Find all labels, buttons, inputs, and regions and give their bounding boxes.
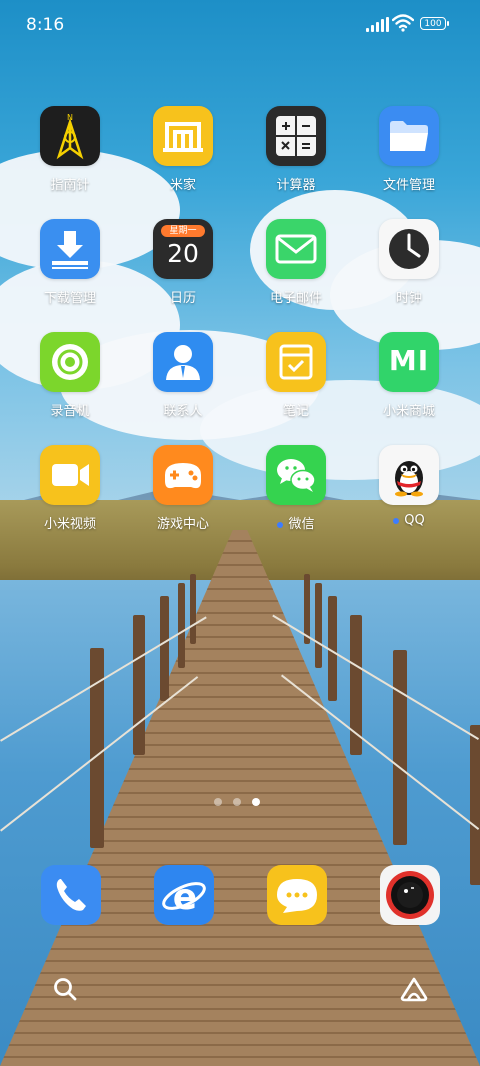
app-label: 联系人: [163, 404, 203, 419]
app-label: QQ: [353, 513, 465, 528]
download-icon: [40, 219, 100, 279]
app-compass[interactable]: N 指南针: [14, 106, 126, 193]
phone-icon: [56, 879, 86, 911]
app-label: 指南针: [50, 178, 90, 193]
app-mi-video[interactable]: 小米视频: [14, 445, 126, 532]
app-label: 录音机: [50, 404, 90, 419]
qq-icon: [379, 445, 439, 505]
notification-dot: [277, 521, 284, 528]
wallpaper-post: [178, 583, 185, 668]
wifi-icon: [392, 14, 414, 32]
notification-dot: [393, 517, 400, 524]
app-label: 电子邮件: [269, 291, 322, 306]
search-icon[interactable]: [52, 976, 78, 1002]
wallpaper-post: [160, 596, 169, 701]
dock-phone[interactable]: [41, 865, 101, 925]
app-label: 文件管理: [382, 178, 435, 193]
page-indicator: [214, 798, 260, 806]
app-label: 游戏中心: [156, 517, 209, 532]
app-label: 米家: [169, 178, 196, 193]
app-wechat[interactable]: 微信: [240, 445, 352, 532]
app-label: 微信: [240, 513, 352, 532]
recorder-icon: [40, 332, 100, 392]
app-label: 小米视频: [43, 517, 96, 532]
contacts-icon: [153, 332, 213, 392]
app-label: 笔记: [282, 404, 309, 419]
video-icon: [40, 445, 100, 505]
app-mi-store[interactable]: MI 小米商城: [353, 332, 465, 419]
battery-level: 100: [424, 19, 442, 29]
messages-icon: [277, 879, 317, 913]
app-download-manager[interactable]: 下载管理: [14, 219, 126, 306]
wallpaper-post: [470, 725, 480, 885]
battery-icon: 100: [420, 17, 449, 30]
app-calculator[interactable]: 计算器: [240, 106, 352, 193]
app-clock[interactable]: 时钟: [353, 219, 465, 306]
wallpaper-post: [190, 574, 196, 644]
notes-icon: [266, 332, 326, 392]
calendar-icon: 星期一 20: [153, 219, 213, 279]
wallpaper-post: [393, 650, 407, 845]
compass-icon: N: [40, 106, 100, 166]
page-dot[interactable]: [214, 798, 222, 806]
app-mi-home[interactable]: 米家: [127, 106, 239, 193]
mi-store-icon: MI: [379, 332, 439, 392]
app-notes[interactable]: 笔记: [240, 332, 352, 419]
status-bar: 8:16 100: [0, 0, 480, 50]
app-label: 日历: [169, 291, 196, 306]
app-label-text: QQ: [404, 513, 425, 528]
app-label: 时钟: [395, 291, 422, 306]
clock-icon: [379, 219, 439, 279]
game-center-icon: [153, 445, 213, 505]
signal-icon: [366, 17, 389, 32]
app-file-manager[interactable]: 文件管理: [353, 106, 465, 193]
app-label-text: 微信: [288, 517, 315, 532]
page-dot-current[interactable]: [252, 798, 260, 806]
browser-icon: e: [162, 877, 206, 918]
wallpaper-post: [133, 615, 145, 755]
mi-logo: MI: [388, 344, 430, 377]
dock-camera[interactable]: [380, 865, 440, 925]
camera-icon: [386, 871, 434, 919]
page-dot[interactable]: [233, 798, 241, 806]
status-time: 8:16: [26, 15, 65, 35]
wallpaper-post: [315, 583, 322, 668]
mi-home-icon: [153, 106, 213, 166]
app-label: 小米商城: [382, 404, 435, 419]
folder-icon: [379, 106, 439, 166]
calendar-weekday: 星期一: [161, 225, 205, 237]
assistant-icon[interactable]: [399, 976, 429, 1002]
app-game-center[interactable]: 游戏中心: [127, 445, 239, 532]
app-recorder[interactable]: 录音机: [14, 332, 126, 419]
app-qq[interactable]: QQ: [353, 445, 465, 528]
wechat-icon: [266, 445, 326, 505]
app-label: 计算器: [276, 178, 316, 193]
mail-icon: [266, 219, 326, 279]
app-email[interactable]: 电子邮件: [240, 219, 352, 306]
app-label: 下载管理: [43, 291, 96, 306]
app-calendar[interactable]: 星期一 20 日历: [127, 219, 239, 306]
calendar-day: 20: [167, 239, 199, 268]
app-contacts[interactable]: 联系人: [127, 332, 239, 419]
dock-messages[interactable]: [267, 865, 327, 925]
calculator-icon: [266, 106, 326, 166]
dock-browser[interactable]: e: [154, 865, 214, 925]
